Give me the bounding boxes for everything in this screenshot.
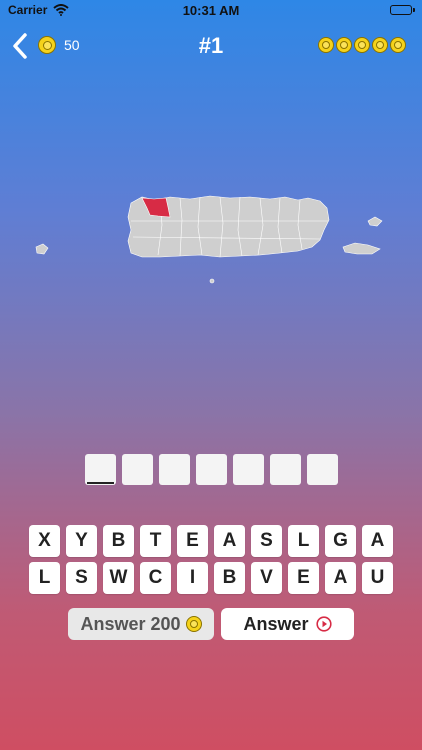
status-bar: Carrier 10:31 AM (0, 0, 422, 22)
letter-key[interactable]: V (251, 562, 282, 594)
letter-key[interactable]: G (325, 525, 356, 557)
letter-key[interactable]: L (288, 525, 319, 557)
letter-key[interactable]: S (66, 562, 97, 594)
coin-icon (354, 37, 370, 53)
keyboard-row: L S W C I B V E A U (29, 562, 393, 594)
letter-key[interactable]: A (325, 562, 356, 594)
letter-key[interactable]: L (29, 562, 60, 594)
letter-key[interactable]: T (140, 525, 171, 557)
answer-slot[interactable] (233, 454, 264, 485)
letter-key[interactable]: A (362, 525, 393, 557)
answer-slot[interactable] (196, 454, 227, 485)
rating-coins (318, 37, 406, 53)
video-answer-button[interactable]: Answer (221, 608, 354, 640)
answer-slot[interactable] (85, 454, 116, 485)
letter-key[interactable]: I (177, 562, 208, 594)
island-vieques (342, 242, 381, 255)
status-time: 10:31 AM (182, 3, 240, 18)
answer-slot[interactable] (270, 454, 301, 485)
answer-slot[interactable] (307, 454, 338, 485)
letter-key[interactable]: Y (66, 525, 97, 557)
island-mona (35, 243, 49, 255)
island-culebra (367, 216, 383, 227)
answer-slot[interactable] (159, 454, 190, 485)
letter-key[interactable]: A (214, 525, 245, 557)
coin-icon (318, 37, 334, 53)
letter-keyboard: X Y B T E A S L G A L S W C I B V E A U (29, 525, 393, 599)
buy-answer-button[interactable]: Answer 200 (68, 608, 214, 640)
keyboard-row: X Y B T E A S L G A (29, 525, 393, 557)
letter-key[interactable]: B (103, 525, 134, 557)
coin-icon (185, 616, 202, 632)
video-answer-label: Answer (243, 613, 309, 634)
letter-key[interactable]: B (214, 562, 245, 594)
letter-key[interactable]: E (177, 525, 208, 557)
buy-answer-label: Answer 200 (80, 613, 181, 634)
coin-icon (336, 37, 352, 53)
puerto-rico-map (35, 195, 383, 284)
letter-key[interactable]: X (29, 525, 60, 557)
answer-slots (85, 454, 338, 485)
letter-key[interactable]: U (362, 562, 393, 594)
letter-key[interactable]: S (251, 525, 282, 557)
play-icon (315, 616, 332, 632)
battery-icon (390, 5, 415, 15)
coin-icon (372, 37, 388, 53)
letter-key[interactable]: C (140, 562, 171, 594)
coin-icon (390, 37, 406, 53)
island-desecheo (209, 278, 215, 284)
letter-key[interactable]: W (103, 562, 134, 594)
letter-key[interactable]: E (288, 562, 319, 594)
answer-slot[interactable] (122, 454, 153, 485)
nav-bar: 50 #1 (0, 24, 422, 68)
